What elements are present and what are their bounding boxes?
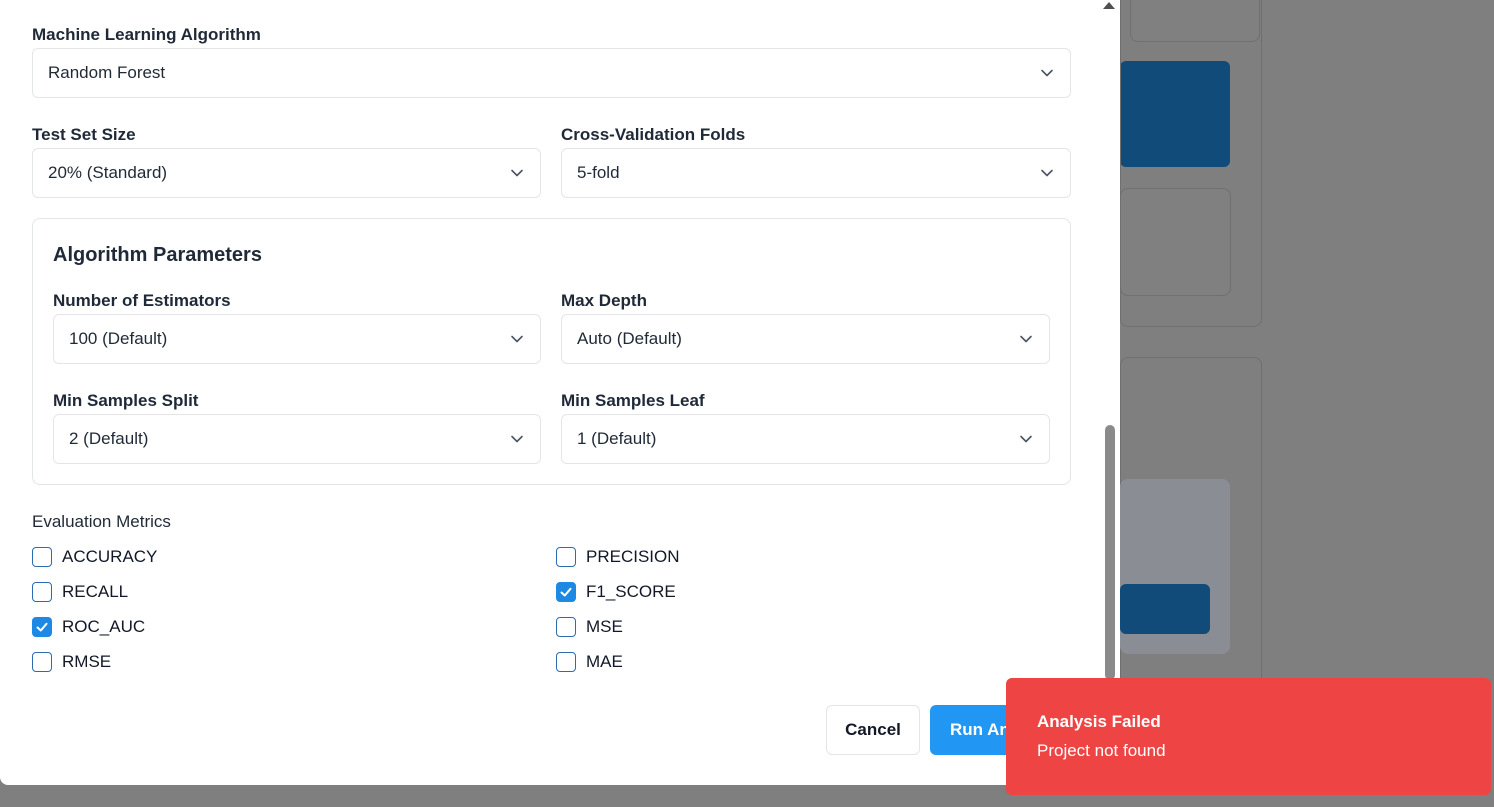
checkmark-icon — [36, 622, 48, 632]
chevron-down-icon — [510, 332, 524, 346]
test-size-select[interactable]: 20% (Standard) — [32, 148, 541, 198]
max-depth-value: Auto (Default) — [577, 329, 682, 348]
max-depth-select[interactable]: Auto (Default) — [561, 314, 1050, 364]
n-estimators-value: 100 (Default) — [69, 329, 168, 348]
metric-checkbox-row[interactable]: RMSE — [32, 652, 111, 672]
min-samples-split-label: Min Samples Split — [53, 391, 199, 410]
checkbox[interactable] — [32, 652, 52, 672]
checkbox[interactable] — [556, 582, 576, 602]
n-estimators-select[interactable]: 100 (Default) — [53, 314, 541, 364]
checkbox[interactable] — [32, 547, 52, 567]
min-samples-leaf-select[interactable]: 1 (Default) — [561, 414, 1050, 464]
toast-message: Project not found — [1037, 741, 1166, 760]
scrollbar-thumb[interactable] — [1105, 425, 1115, 680]
metric-label: MSE — [586, 617, 623, 636]
analysis-config-modal: Machine Learning Algorithm Random Forest… — [0, 0, 1120, 785]
min-samples-leaf-value: 1 (Default) — [577, 429, 657, 448]
metric-label: ACCURACY — [62, 547, 158, 566]
cancel-button[interactable]: Cancel — [826, 705, 920, 755]
chevron-down-icon — [1019, 332, 1033, 346]
metric-label: RMSE — [62, 652, 112, 671]
cv-folds-select[interactable]: 5-fold — [561, 148, 1071, 198]
chevron-down-icon — [1040, 166, 1054, 180]
metric-label: PRECISION — [586, 547, 680, 566]
n-estimators-label: Number of Estimators — [53, 291, 231, 310]
checkbox[interactable] — [32, 617, 52, 637]
min-samples-split-value: 2 (Default) — [69, 429, 149, 448]
min-samples-leaf-label: Min Samples Leaf — [561, 391, 705, 410]
checkbox[interactable] — [556, 652, 576, 672]
checkmark-icon — [560, 587, 572, 597]
chevron-down-icon — [1040, 66, 1054, 80]
cv-folds-label: Cross-Validation Folds — [561, 125, 746, 144]
metric-label: ROC_AUC — [62, 617, 146, 636]
scroll-up-arrow-icon[interactable] — [1103, 2, 1115, 9]
metric-label: F1_SCORE — [586, 582, 676, 601]
metric-checkbox-row[interactable]: MSE — [556, 617, 623, 637]
test-size-value: 20% (Standard) — [48, 163, 168, 182]
algorithm-select[interactable]: Random Forest — [32, 48, 1071, 98]
metric-checkbox-row[interactable]: ROC_AUC — [32, 617, 145, 637]
toast-title: Analysis Failed — [1037, 712, 1161, 731]
metric-checkbox-row[interactable]: F1_SCORE — [556, 582, 676, 602]
test-size-label: Test Set Size — [32, 125, 136, 144]
background-button — [1120, 584, 1210, 634]
error-toast[interactable]: Analysis Failed Project not found — [1006, 678, 1491, 795]
algorithm-label: Machine Learning Algorithm — [32, 25, 261, 44]
evaluation-metrics-label: Evaluation Metrics — [32, 512, 171, 531]
algorithm-parameters-title: Algorithm Parameters — [53, 244, 262, 266]
chevron-down-icon — [1019, 432, 1033, 446]
cv-folds-value: 5-fold — [577, 163, 620, 182]
chevron-down-icon — [510, 166, 524, 180]
background-panel — [1120, 0, 1262, 327]
max-depth-label: Max Depth — [561, 291, 647, 310]
checkbox[interactable] — [556, 547, 576, 567]
metric-label: RECALL — [62, 582, 129, 601]
metric-checkbox-row[interactable]: ACCURACY — [32, 547, 157, 567]
algorithm-value: Random Forest — [48, 63, 166, 82]
checkbox[interactable] — [556, 617, 576, 637]
metric-checkbox-row[interactable]: RECALL — [32, 582, 128, 602]
chevron-down-icon — [510, 432, 524, 446]
metric-checkbox-row[interactable]: MAE — [556, 652, 623, 672]
checkbox[interactable] — [32, 582, 52, 602]
metric-label: MAE — [586, 652, 623, 671]
metric-checkbox-row[interactable]: PRECISION — [556, 547, 680, 567]
min-samples-split-select[interactable]: 2 (Default) — [53, 414, 541, 464]
